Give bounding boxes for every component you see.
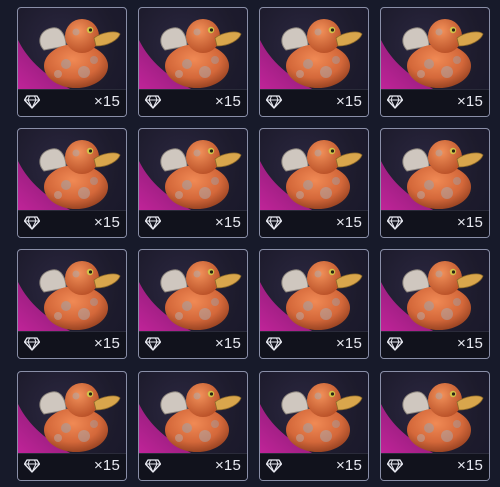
rubber-duck-icon xyxy=(157,133,245,213)
inventory-item-card[interactable]: ×15 xyxy=(259,7,369,117)
item-footer: ×15 xyxy=(139,89,247,116)
rubber-duck-icon xyxy=(157,12,245,92)
item-quantity: ×15 xyxy=(214,93,241,110)
rubber-duck-icon xyxy=(36,12,124,92)
diamond-icon xyxy=(144,216,162,230)
item-quantity: ×15 xyxy=(214,335,241,352)
item-quantity: ×15 xyxy=(335,335,362,352)
diamond-icon xyxy=(386,459,404,473)
item-footer: ×15 xyxy=(260,453,368,480)
diamond-icon xyxy=(386,337,404,351)
diamond-icon xyxy=(144,95,162,109)
item-quantity: ×15 xyxy=(93,214,120,231)
item-quantity: ×15 xyxy=(93,457,120,474)
rubber-duck-icon xyxy=(278,376,366,456)
item-quantity: ×15 xyxy=(335,93,362,110)
diamond-icon xyxy=(265,337,283,351)
diamond-icon xyxy=(144,459,162,473)
inventory-item-card[interactable]: ×15 xyxy=(259,128,369,238)
rubber-duck-icon xyxy=(278,254,366,334)
item-footer: ×15 xyxy=(260,89,368,116)
diamond-icon xyxy=(23,95,41,109)
rubber-duck-icon xyxy=(399,376,487,456)
item-footer: ×15 xyxy=(381,331,489,358)
diamond-icon xyxy=(265,216,283,230)
diamond-icon xyxy=(265,459,283,473)
item-footer: ×15 xyxy=(18,89,126,116)
diamond-icon xyxy=(265,95,283,109)
inventory-item-card[interactable]: ×15 xyxy=(138,371,248,481)
inventory-item-card[interactable]: ×15 xyxy=(138,249,248,359)
rubber-duck-icon xyxy=(278,133,366,213)
inventory-item-card[interactable]: ×15 xyxy=(380,371,490,481)
item-footer: ×15 xyxy=(381,89,489,116)
rubber-duck-icon xyxy=(157,376,245,456)
diamond-icon xyxy=(23,216,41,230)
inventory-item-card[interactable]: ×15 xyxy=(380,128,490,238)
rubber-duck-icon xyxy=(399,133,487,213)
inventory-item-card[interactable]: ×15 xyxy=(380,7,490,117)
rubber-duck-icon xyxy=(36,254,124,334)
rubber-duck-icon xyxy=(36,376,124,456)
rubber-duck-icon xyxy=(399,12,487,92)
item-footer: ×15 xyxy=(139,331,247,358)
item-footer: ×15 xyxy=(18,331,126,358)
inventory-item-card[interactable]: ×15 xyxy=(259,371,369,481)
diamond-icon xyxy=(386,95,404,109)
inventory-item-card[interactable]: ×15 xyxy=(17,249,127,359)
rubber-duck-icon xyxy=(278,12,366,92)
item-footer: ×15 xyxy=(139,453,247,480)
item-quantity: ×15 xyxy=(214,214,241,231)
diamond-icon xyxy=(23,459,41,473)
item-quantity: ×15 xyxy=(93,335,120,352)
rubber-duck-icon xyxy=(399,254,487,334)
inventory-grid: ×15 ×15 ×15 ×15 ×15 ×15 ×15 ×15 ×15 ×15 … xyxy=(0,0,500,487)
item-quantity: ×15 xyxy=(214,457,241,474)
item-footer: ×15 xyxy=(381,453,489,480)
item-quantity: ×15 xyxy=(335,214,362,231)
item-footer: ×15 xyxy=(260,210,368,237)
diamond-icon xyxy=(386,216,404,230)
item-quantity: ×15 xyxy=(456,335,483,352)
item-footer: ×15 xyxy=(260,331,368,358)
item-footer: ×15 xyxy=(18,210,126,237)
item-quantity: ×15 xyxy=(93,93,120,110)
item-quantity: ×15 xyxy=(335,457,362,474)
rubber-duck-icon xyxy=(157,254,245,334)
inventory-item-card[interactable]: ×15 xyxy=(259,249,369,359)
item-quantity: ×15 xyxy=(456,457,483,474)
inventory-item-card[interactable]: ×15 xyxy=(17,7,127,117)
rubber-duck-icon xyxy=(36,133,124,213)
item-quantity: ×15 xyxy=(456,214,483,231)
diamond-icon xyxy=(144,337,162,351)
inventory-item-card[interactable]: ×15 xyxy=(17,371,127,481)
item-footer: ×15 xyxy=(381,210,489,237)
inventory-item-card[interactable]: ×15 xyxy=(138,128,248,238)
item-footer: ×15 xyxy=(18,453,126,480)
inventory-item-card[interactable]: ×15 xyxy=(380,249,490,359)
inventory-item-card[interactable]: ×15 xyxy=(138,7,248,117)
inventory-item-card[interactable]: ×15 xyxy=(17,128,127,238)
diamond-icon xyxy=(23,337,41,351)
item-quantity: ×15 xyxy=(456,93,483,110)
item-footer: ×15 xyxy=(139,210,247,237)
